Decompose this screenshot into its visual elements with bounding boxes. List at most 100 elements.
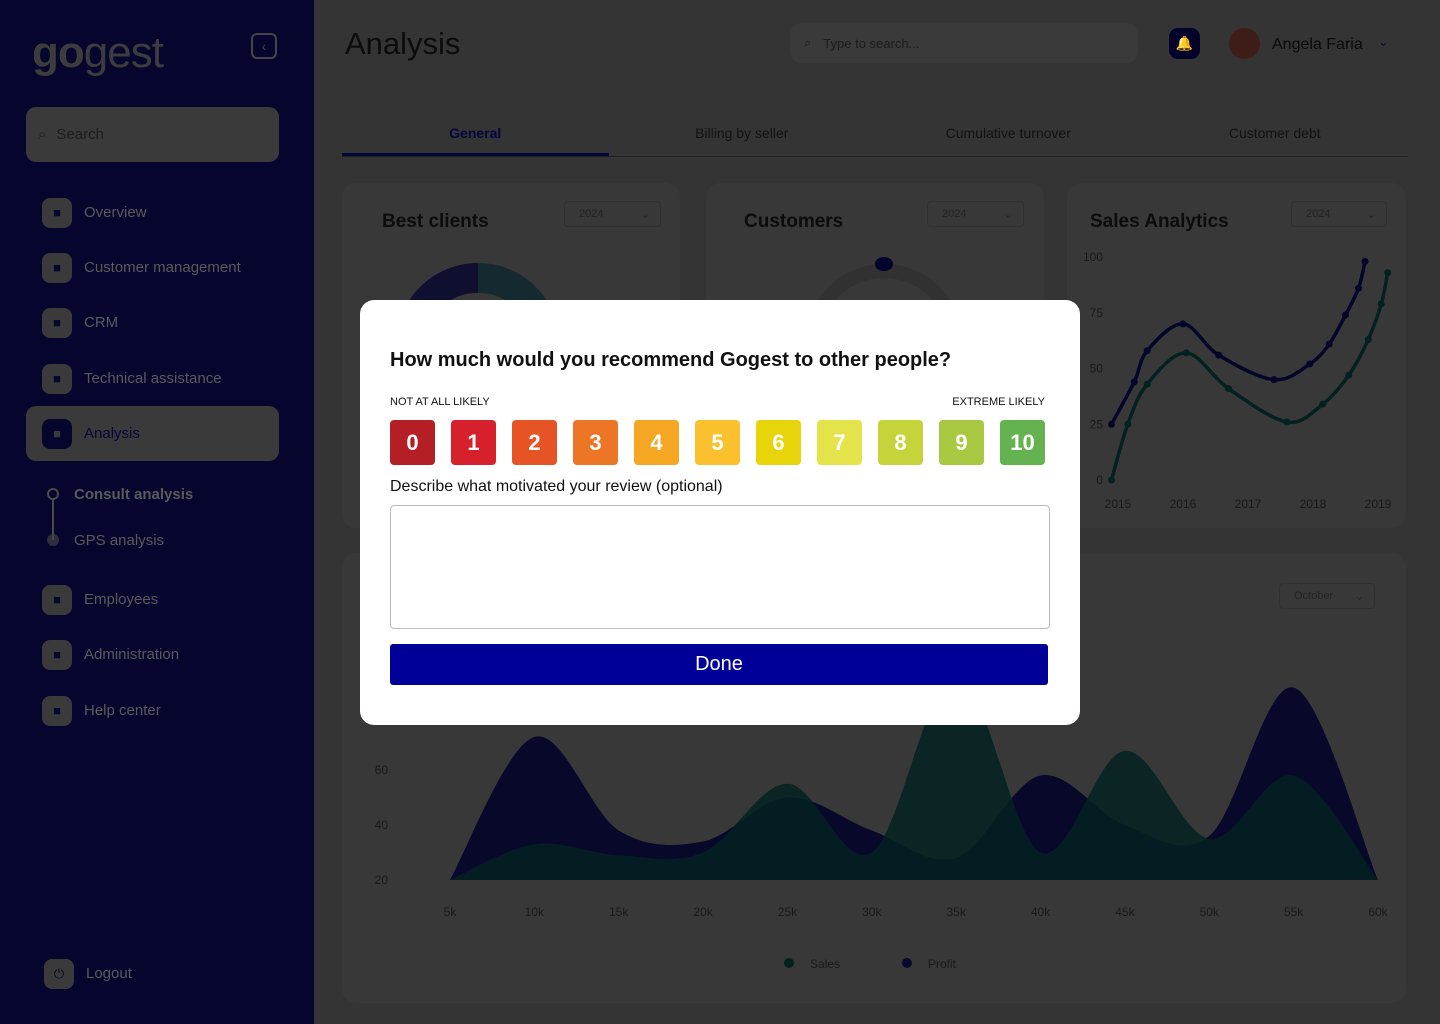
data-point	[1182, 349, 1190, 357]
score-4-button[interactable]: 4	[634, 420, 679, 465]
headset-icon: ■	[42, 363, 72, 394]
card-title: Best clients	[382, 211, 489, 232]
month-dropdown[interactable]: October ⌄	[1279, 583, 1375, 609]
chevron-down-icon: ⌄	[1003, 208, 1013, 221]
sidebar-item-overview[interactable]: ■ Overview	[26, 185, 279, 240]
data-point	[1319, 400, 1327, 408]
sub-nav-gps-analysis[interactable]: GPS analysis	[74, 532, 164, 549]
gogest-logo: gogest	[32, 28, 164, 77]
score-0-button[interactable]: 0	[390, 420, 435, 465]
y-tick-label: 75	[1090, 306, 1104, 320]
done-button[interactable]: Done	[390, 644, 1048, 685]
sidebar-item-technical-assistance[interactable]: ■ Technical assistance	[26, 351, 279, 406]
y-tick-label: 100	[1083, 250, 1103, 264]
chart-icon: ■	[42, 418, 72, 449]
score-6-button[interactable]: 6	[756, 420, 801, 465]
sidebar-item-analysis[interactable]: ■ Analysis	[26, 406, 279, 461]
score-2-button[interactable]: 2	[512, 420, 557, 465]
score-8-button[interactable]: 8	[878, 420, 923, 465]
sidebar-item-help-center[interactable]: ■ Help center	[26, 683, 279, 738]
data-point	[1108, 420, 1115, 428]
data-point	[1215, 351, 1223, 359]
x-tick-label: 55k	[1284, 905, 1304, 919]
people-icon: ■	[42, 584, 72, 615]
x-tick-label: 60k	[1368, 905, 1388, 919]
x-tick-label: 40k	[1031, 905, 1051, 919]
x-tick-label: 2018	[1300, 497, 1327, 511]
describe-label: Describe what motivated your review (opt…	[390, 478, 723, 495]
score-5-button[interactable]: 5	[695, 420, 740, 465]
data-point	[1364, 336, 1372, 344]
sales-analytics-chart: 0 25 50 75 100 2015 2016 2017 2018 2019	[1083, 250, 1392, 511]
sidebar-item-administration[interactable]: ■ Administration	[26, 627, 279, 682]
data-point	[1361, 257, 1369, 265]
notification-bell-icon[interactable]: 🔔	[1169, 28, 1200, 59]
score-1-button[interactable]: 1	[451, 420, 496, 465]
x-tick-label: 30k	[862, 905, 882, 919]
score-scale: 0 1 2 3 4 5 6 7 8 9 10	[390, 420, 1045, 465]
x-tick-label: 2015	[1105, 497, 1132, 511]
data-point	[1270, 376, 1278, 384]
data-point	[1384, 269, 1392, 277]
chevron-down-icon: ⌄	[640, 208, 650, 221]
legend-dot	[902, 958, 912, 968]
year-dropdown[interactable]: 2024 ⌄	[564, 201, 661, 227]
data-point	[1124, 420, 1132, 428]
x-tick-label: 2016	[1170, 497, 1197, 511]
card-title: Sales Analytics	[1090, 211, 1229, 232]
recommend-modal: How much would you recommend Gogest to o…	[360, 300, 1080, 725]
data-point	[1325, 340, 1333, 348]
sidebar-item-employees[interactable]: ■ Employees	[26, 572, 279, 627]
y-tick-label: 50	[1090, 362, 1104, 376]
x-tick-label: 45k	[1115, 905, 1135, 919]
score-7-button[interactable]: 7	[817, 420, 862, 465]
x-tick-label: 2017	[1235, 497, 1262, 511]
data-point	[1345, 371, 1353, 379]
search-icon: ⌕	[38, 126, 47, 143]
sidebar-search-input[interactable]: ⌕ Search	[26, 107, 279, 162]
score-9-button[interactable]: 9	[939, 420, 984, 465]
high-label: EXTREME LIKELY	[952, 396, 1045, 408]
data-point	[1108, 476, 1115, 484]
data-point	[1306, 360, 1314, 368]
year-dropdown[interactable]: 2024 ⌄	[1291, 201, 1387, 227]
data-point	[1225, 385, 1232, 393]
tab-billing-by-seller[interactable]: Billing by seller	[609, 110, 876, 156]
search-icon: ⌕	[804, 35, 812, 50]
question-icon: ■	[42, 695, 72, 726]
sidebar: gogest ‹ ⌕ Search ■ Overview ■ Customer mana…	[0, 0, 314, 1024]
top-search-input[interactable]: ⌕ Type to search...	[790, 23, 1138, 63]
legend-label: Profit	[928, 957, 957, 971]
sub-nav-consult-analysis[interactable]: Consult analysis	[74, 486, 193, 503]
y-tick-label: 20	[375, 873, 389, 887]
data-point	[1342, 311, 1349, 319]
user-icon: ■	[42, 252, 72, 283]
y-tick-label: 60	[375, 763, 389, 777]
chevron-down-icon[interactable]: ⌄	[1378, 34, 1389, 50]
user-name[interactable]: Angela Faria	[1272, 36, 1363, 54]
dropdown-value: October	[1294, 590, 1334, 602]
year-dropdown[interactable]: 2024 ⌄	[927, 201, 1024, 227]
x-tick-label: 10k	[525, 905, 545, 919]
collapse-sidebar-icon[interactable]: ‹	[251, 33, 277, 59]
data-point	[1355, 284, 1362, 292]
sidebar-item-crm[interactable]: ■ CRM	[26, 295, 279, 350]
x-tick-label: 2019	[1365, 497, 1392, 511]
y-tick-label: 25	[1090, 417, 1104, 431]
sales-analytics-card: 0 25 50 75 100 2015 2016 2017 2018 2019 Sales Ana…	[1067, 183, 1406, 528]
logout-button[interactable]: ⏻ Logout	[28, 946, 281, 1001]
data-point	[1179, 320, 1187, 328]
x-tick-label: 15k	[609, 905, 629, 919]
chevron-down-icon: ⌄	[1354, 590, 1364, 603]
power-icon: ⏻	[44, 958, 74, 989]
x-tick-label: 20k	[693, 905, 713, 919]
review-textarea[interactable]	[390, 505, 1050, 629]
score-3-button[interactable]: 3	[573, 420, 618, 465]
score-10-button[interactable]: 10	[1000, 420, 1045, 465]
avatar[interactable]	[1229, 28, 1260, 59]
dropdown-value: 2024	[942, 208, 967, 220]
tab-cumulative-turnover[interactable]: Cumulative turnover	[875, 110, 1142, 156]
sidebar-item-customer-management[interactable]: ■ Customer management	[26, 240, 279, 295]
tab-customer-debt[interactable]: Customer debt	[1142, 110, 1409, 156]
tab-general[interactable]: General	[342, 110, 609, 156]
